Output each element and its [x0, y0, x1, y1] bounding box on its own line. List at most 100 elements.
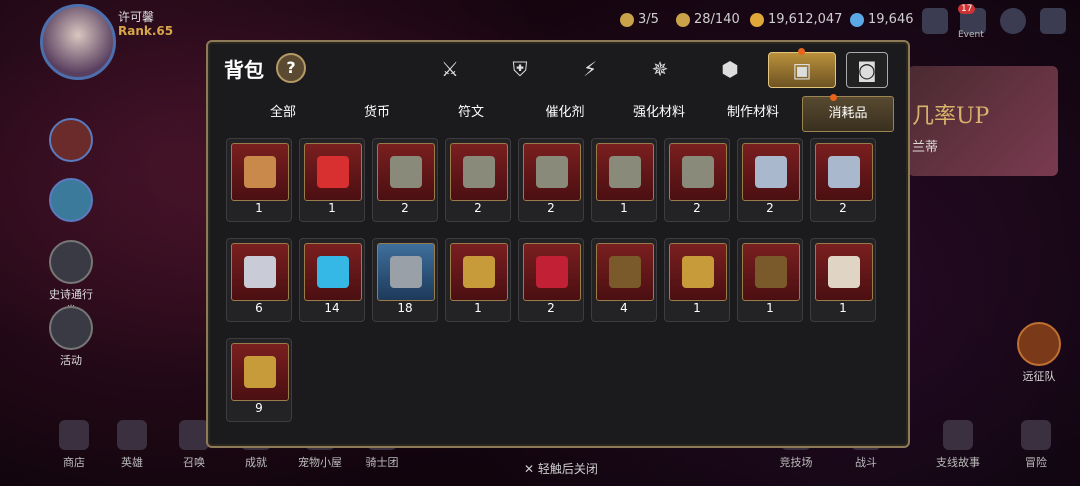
category-cube-icon[interactable]: ⬢ [710, 52, 750, 86]
player-name: 许可馨 [118, 10, 155, 24]
inventory-item[interactable]: 2 [664, 138, 730, 222]
tab-5[interactable]: 制作材料 [708, 96, 798, 130]
inventory-item[interactable]: 1 [664, 238, 730, 322]
inventory-item[interactable]: 2 [372, 138, 438, 222]
inventory-item[interactable]: 9 [226, 338, 292, 422]
event-badge: 17 [958, 4, 976, 14]
chat-icon[interactable] [1000, 8, 1026, 34]
inventory-dialog: 背包 ? ⚔ ⛨ ⚡ ✵ ⬢ ▣ ◙ 全部 货币 符文 催化剂 强化材料 制作材料 消耗品 1 1 2 2 2 1… [206, 40, 910, 448]
tab-0[interactable]: 全部 [238, 96, 328, 130]
resource-gem[interactable]: 19,646 [850, 12, 914, 27]
nav-label: 宠物小屋 [298, 456, 342, 469]
silver-box-icon [755, 156, 787, 188]
lightning-icon: ⚡ [582, 57, 598, 81]
adventure-seven-icon [1021, 420, 1051, 450]
inventory-item[interactable]: 18 [372, 238, 438, 322]
resource-stamina[interactable]: 28/140 [676, 12, 740, 27]
helmet-icon [117, 420, 147, 450]
inventory-item[interactable]: 2 [518, 238, 584, 322]
gift-chest-icon [463, 256, 495, 288]
item-thumbnail [450, 143, 508, 201]
inventory-item[interactable]: 2 [810, 138, 876, 222]
category-backpack-icon[interactable]: ▣ [768, 52, 836, 88]
side-hero-portrait[interactable] [46, 118, 96, 164]
category-broken-shield-icon[interactable]: ⛨ [500, 52, 540, 86]
item-thumbnail [304, 243, 362, 301]
gold-chest-icon [755, 256, 787, 288]
grid-menu-icon[interactable] [1040, 8, 1066, 34]
item-quantity: 1 [255, 201, 263, 215]
dark-chest-icon [390, 256, 422, 288]
item-thumbnail [669, 143, 727, 201]
tab-2[interactable]: 符文 [426, 96, 516, 130]
inventory-item[interactable]: 1 [445, 238, 511, 322]
item-quantity: 6 [255, 301, 263, 315]
item-quantity: 4 [620, 301, 628, 315]
help-button[interactable]: ? [276, 53, 306, 83]
player-rank: Rank.65 [118, 24, 174, 38]
item-quantity: 14 [324, 301, 340, 315]
silver-chest-icon [244, 256, 276, 288]
bell-icon [49, 306, 93, 350]
nav-shop[interactable]: 商店 [44, 420, 104, 470]
nav-label: 冒险 [1025, 456, 1047, 469]
inventory-item[interactable]: 2 [737, 138, 803, 222]
skull-icon [1017, 322, 1061, 366]
inventory-tabs: 全部 货币 符文 催化剂 强化材料 制作材料 消耗品 [220, 94, 896, 132]
crystal-icon: ✵ [651, 57, 669, 81]
tap-to-close-hint[interactable]: ✕ 轻触后关闭 [524, 460, 598, 477]
category-sword-shield-icon[interactable]: ⚔ [430, 52, 470, 86]
stamina-icon [676, 12, 690, 27]
nav-label: 成就 [245, 456, 267, 469]
inventory-item[interactable]: 4 [591, 238, 657, 322]
inventory-item[interactable]: 14 [299, 238, 365, 322]
side-expedition[interactable]: 远征队 [1014, 322, 1064, 384]
item-thumbnail [304, 143, 362, 201]
inventory-item[interactable]: 1 [810, 238, 876, 322]
player-avatar[interactable] [40, 4, 116, 80]
nav-adventure[interactable]: 冒险 [1006, 420, 1066, 470]
item-thumbnail [231, 343, 289, 401]
item-quantity: 2 [474, 201, 482, 215]
nav-heroes[interactable]: 英雄 [102, 420, 162, 470]
resource-gold[interactable]: 19,612,047 [750, 12, 842, 27]
category-lightning-icon[interactable]: ⚡ [570, 52, 610, 86]
chest-icon: ◙ [857, 58, 877, 82]
inventory-item[interactable]: 2 [445, 138, 511, 222]
item-thumbnail [742, 143, 800, 201]
ticket-icon [620, 12, 634, 27]
item-thumbnail [523, 243, 581, 301]
item-quantity: 1 [620, 201, 628, 215]
white-chest-icon [828, 256, 860, 288]
item-thumbnail [596, 243, 654, 301]
nav-label: 支线故事 [936, 456, 980, 469]
guild-icon[interactable] [922, 8, 948, 34]
item-quantity: 1 [474, 301, 482, 315]
item-quantity: 1 [766, 301, 774, 315]
inventory-item[interactable]: 1 [299, 138, 365, 222]
tab-4[interactable]: 强化材料 [614, 96, 704, 130]
inventory-item[interactable]: 6 [226, 238, 292, 322]
category-crystal-icon[interactable]: ✵ [640, 52, 680, 86]
side-activity[interactable]: 活动 [46, 306, 96, 368]
resource-ticket[interactable]: 3/5 [620, 12, 659, 27]
tab-3[interactable]: 催化剂 [520, 96, 610, 130]
gem-icon [850, 12, 864, 27]
equip-box-icon [390, 156, 422, 188]
side-pet-portrait[interactable] [46, 178, 96, 224]
nav-side-story[interactable]: 支线故事 [928, 420, 988, 470]
tab-1[interactable]: 货币 [332, 96, 422, 130]
pet-portrait-icon [49, 178, 93, 222]
inventory-item[interactable]: 2 [518, 138, 584, 222]
category-chest-icon[interactable]: ◙ [846, 52, 888, 88]
item-thumbnail [596, 143, 654, 201]
event-label: Event [958, 30, 984, 40]
inventory-item[interactable]: 1 [737, 238, 803, 322]
nav-label: 召唤 [183, 456, 205, 469]
tab-6[interactable]: 消耗品 [802, 96, 894, 132]
inventory-item[interactable]: 1 [226, 138, 292, 222]
equip-box-icon [536, 156, 568, 188]
red-box-icon [536, 256, 568, 288]
inventory-item[interactable]: 1 [591, 138, 657, 222]
potion-icon [317, 156, 349, 188]
